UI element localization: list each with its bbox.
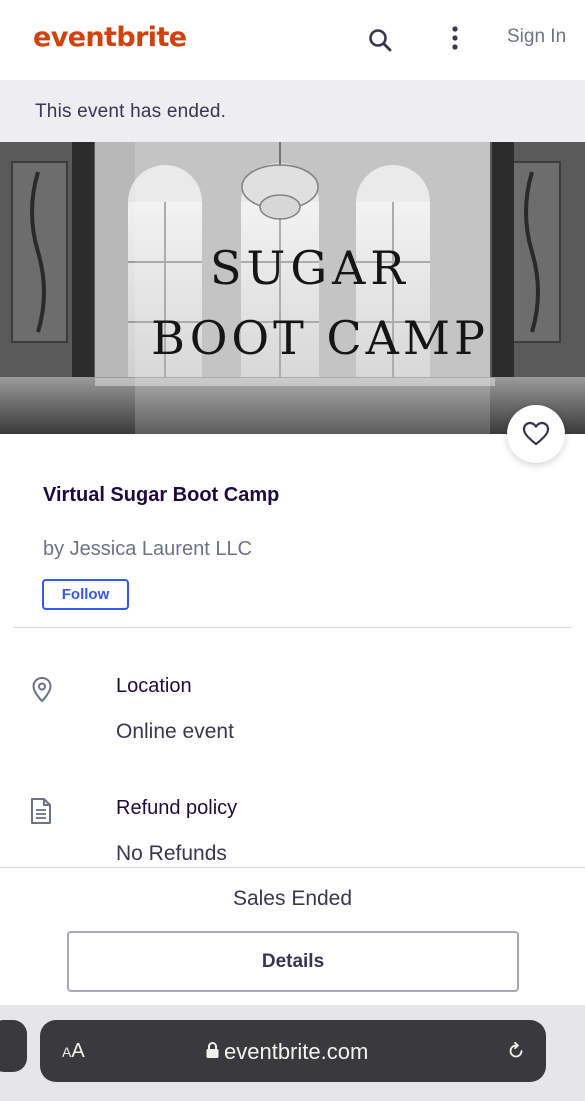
location-label: Location	[116, 675, 192, 697]
like-button[interactable]	[507, 405, 565, 463]
reload-button[interactable]	[505, 1040, 527, 1062]
refund-policy-label: Refund policy	[116, 797, 238, 819]
heart-icon	[522, 421, 550, 446]
text-size-small-a: A	[62, 1044, 72, 1060]
details-button[interactable]: Details	[67, 931, 519, 992]
previous-tab-stub[interactable]	[0, 1020, 27, 1072]
lock-icon	[206, 1042, 219, 1058]
event-ended-text: This event has ended.	[35, 101, 227, 122]
text-size-button[interactable]: AA	[62, 1040, 85, 1063]
sales-status: Sales Ended	[232, 887, 353, 910]
more-options-button[interactable]	[443, 24, 467, 54]
hero-title-line-1: SUGAR	[210, 241, 410, 295]
search-button[interactable]	[366, 26, 396, 56]
document-icon	[31, 798, 51, 824]
search-icon	[369, 29, 392, 52]
location-value: Online event	[116, 720, 234, 743]
location-pin-icon	[32, 676, 52, 703]
more-vertical-icon	[452, 26, 458, 50]
eventbrite-logo[interactable]: eventbrite	[33, 22, 187, 53]
reload-icon	[509, 1041, 523, 1058]
hero-title-line-2: BOOT CAMP	[151, 311, 489, 365]
url-text[interactable]: eventbrite.com	[224, 1039, 368, 1065]
organizer-name[interactable]: by Jessica Laurent LLC	[43, 538, 252, 561]
follow-button[interactable]: Follow	[42, 579, 129, 610]
section-divider	[14, 627, 572, 628]
event-title: Virtual Sugar Boot Camp	[43, 484, 280, 506]
refund-policy-value: No Refunds	[116, 842, 227, 865]
sign-in-link[interactable]: Sign In	[507, 26, 566, 48]
text-size-large-a: A	[71, 1040, 85, 1062]
